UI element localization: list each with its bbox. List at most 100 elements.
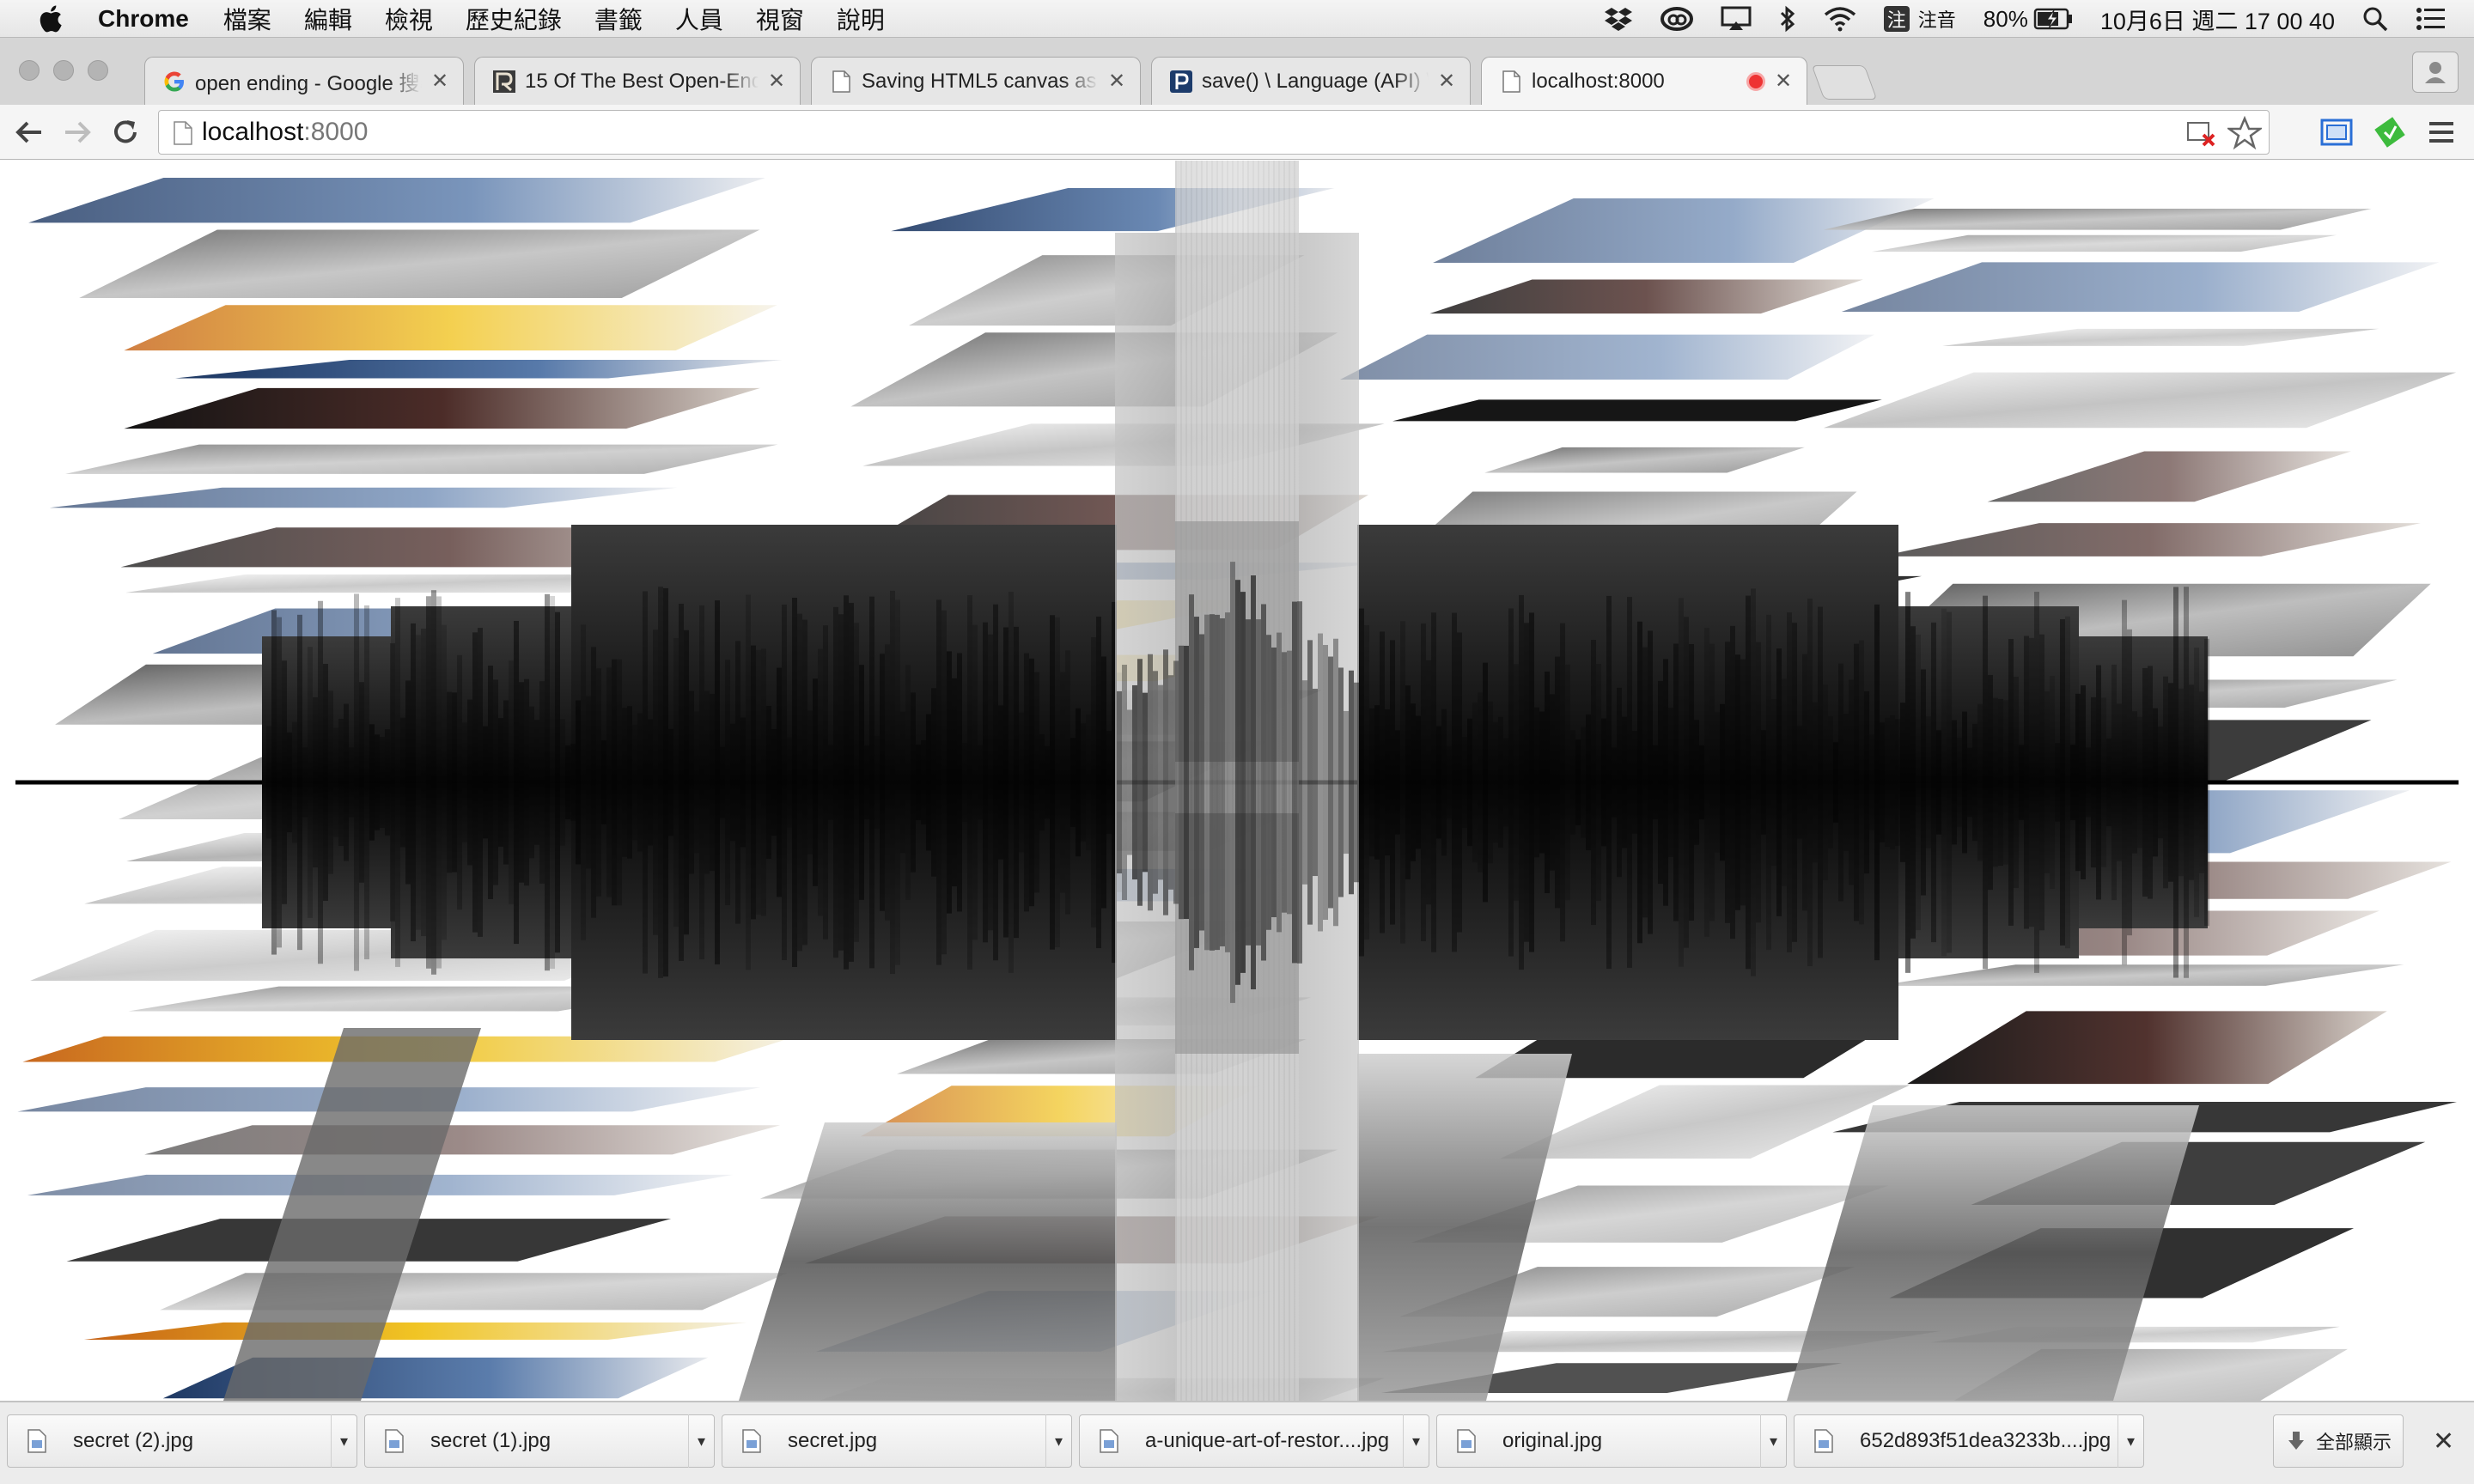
tab-close-icon[interactable]: ✕: [1772, 70, 1795, 93]
download-menu-caret-icon[interactable]: ▾: [1403, 1414, 1429, 1468]
waveform-bar: [364, 605, 369, 960]
waveform-bar: [972, 624, 978, 940]
creative-cloud-icon[interactable]: [1660, 6, 1693, 32]
menu-window[interactable]: 視窗: [756, 2, 804, 36]
screen-capture-extension-icon[interactable]: [2319, 117, 2354, 148]
window-minimize-button[interactable]: [53, 60, 74, 81]
waveform-bar: [612, 659, 617, 906]
new-tab-button[interactable]: [1811, 65, 1878, 100]
image-strip: [1433, 198, 1935, 264]
waveform-bar: [921, 740, 926, 824]
waveform-bar: [436, 596, 442, 969]
waveform-bar: [1024, 653, 1029, 912]
pulse-bar: [1117, 690, 1122, 874]
waveform-bar: [766, 705, 771, 860]
menu-edit[interactable]: 編輯: [304, 2, 352, 36]
download-menu-caret-icon[interactable]: ▾: [331, 1414, 356, 1468]
url-port: :8000: [303, 118, 369, 146]
image-strip: [1823, 372, 2457, 429]
tab-open-ended-article[interactable]: 15 Of The Best Open-Ende ✕: [474, 57, 801, 105]
chrome-menu-icon[interactable]: [2426, 117, 2457, 148]
spotlight-search-icon[interactable]: [2362, 6, 2388, 32]
waveform-bar: [622, 708, 627, 857]
airplay-icon[interactable]: [1721, 6, 1752, 32]
menu-bookmarks[interactable]: 書籤: [594, 2, 643, 36]
reload-icon[interactable]: [108, 115, 143, 149]
download-menu-caret-icon[interactable]: ▾: [1045, 1414, 1071, 1468]
tab-google-search[interactable]: open ending - Google 搜尋 ✕: [144, 57, 464, 105]
waveform-bar: [1395, 730, 1400, 835]
battery-charging-icon[interactable]: [2033, 8, 2073, 30]
menu-help[interactable]: 說明: [837, 2, 885, 36]
tab-close-icon[interactable]: ✕: [765, 70, 788, 93]
image-strip: [124, 387, 761, 429]
waveform-bar: [292, 721, 297, 843]
waveform-bar: [740, 717, 746, 848]
menu-file[interactable]: 檔案: [223, 2, 271, 36]
waveform-bar: [328, 690, 333, 874]
menu-people[interactable]: 人員: [675, 2, 723, 36]
generative-art-canvas[interactable]: [0, 161, 2474, 1401]
waveform-bar: [2122, 599, 2127, 965]
image-strip: [1429, 279, 1863, 314]
pulse-bar: [1235, 580, 1240, 985]
waveform-bar: [792, 597, 797, 968]
waveform-bar: [1704, 628, 1709, 937]
download-menu-caret-icon[interactable]: ▾: [1760, 1414, 1786, 1468]
waveform-bar: [2034, 592, 2039, 973]
battery-percent[interactable]: 80%: [1983, 6, 2028, 33]
clock[interactable]: 10月6日 週二 17 00 40: [2100, 3, 2335, 36]
image-strip: [79, 229, 760, 299]
waveform-bar: [1699, 745, 1704, 820]
tab-saving-canvas[interactable]: Saving HTML5 canvas as i ✕: [811, 57, 1141, 105]
waveform-bar: [1452, 612, 1457, 952]
download-menu-caret-icon[interactable]: ▾: [2118, 1414, 2143, 1468]
download-item[interactable]: original.jpg ▾: [1436, 1414, 1787, 1468]
input-method-icon[interactable]: 注: [1883, 6, 1910, 32]
waveform-bar: [1797, 726, 1802, 839]
app-menu-chrome[interactable]: Chrome: [98, 5, 189, 33]
download-item[interactable]: secret.jpg ▾: [722, 1414, 1072, 1468]
waveform-bar: [539, 681, 545, 884]
show-all-downloads-button[interactable]: 全部顯示: [2273, 1414, 2404, 1468]
notification-center-icon[interactable]: [2416, 7, 2447, 31]
blocked-popup-icon[interactable]: [2185, 116, 2219, 150]
window-close-button[interactable]: [19, 60, 40, 81]
waveform-bar: [1596, 664, 1601, 901]
tab-processing-save[interactable]: save() \ Language (API) \ P ✕: [1151, 57, 1471, 105]
pulse-bar: [1168, 675, 1173, 890]
apple-icon[interactable]: [34, 2, 69, 36]
tab-close-icon[interactable]: ✕: [1435, 70, 1458, 93]
back-arrow-icon[interactable]: [12, 115, 46, 149]
download-item[interactable]: a-unique-art-of-restor....jpg ▾: [1079, 1414, 1429, 1468]
tab-localhost[interactable]: localhost:8000 ✕: [1481, 57, 1807, 105]
waveform-bar: [1565, 664, 1570, 901]
window-zoom-button[interactable]: [88, 60, 108, 81]
address-bar[interactable]: localhost:8000: [158, 110, 2270, 155]
dropbox-icon[interactable]: [1604, 6, 1633, 32]
waveform-bar: [2199, 691, 2204, 873]
download-item[interactable]: secret (1).jpg ▾: [364, 1414, 715, 1468]
tab-close-icon[interactable]: ✕: [429, 70, 451, 93]
waveform-bar: [1529, 612, 1534, 952]
download-menu-caret-icon[interactable]: ▾: [688, 1414, 714, 1468]
green-extension-icon[interactable]: [2373, 115, 2407, 149]
image-strip: [1942, 328, 2380, 346]
download-item[interactable]: secret (2).jpg ▾: [7, 1414, 357, 1468]
menu-history[interactable]: 歷史紀錄: [466, 2, 562, 36]
bluetooth-icon[interactable]: [1779, 5, 1796, 33]
waveform-bar: [1390, 640, 1395, 925]
input-method-label[interactable]: 注音: [1918, 5, 1956, 33]
menu-view[interactable]: 檢視: [385, 2, 433, 36]
close-shelf-icon[interactable]: ✕: [2433, 1426, 2454, 1457]
waveform-bar: [756, 649, 761, 915]
page-viewport[interactable]: [0, 161, 2474, 1401]
waveform-bar: [936, 599, 941, 965]
tab-close-icon[interactable]: ✕: [1106, 70, 1128, 93]
wifi-icon[interactable]: [1824, 6, 1856, 32]
profile-button[interactable]: [2412, 52, 2459, 93]
download-item[interactable]: 652d893f51dea3233b....jpg ▾: [1794, 1414, 2144, 1468]
forward-arrow-icon[interactable]: [60, 115, 94, 149]
bookmark-star-icon[interactable]: [2227, 116, 2262, 150]
image-strip: [1880, 523, 2421, 556]
